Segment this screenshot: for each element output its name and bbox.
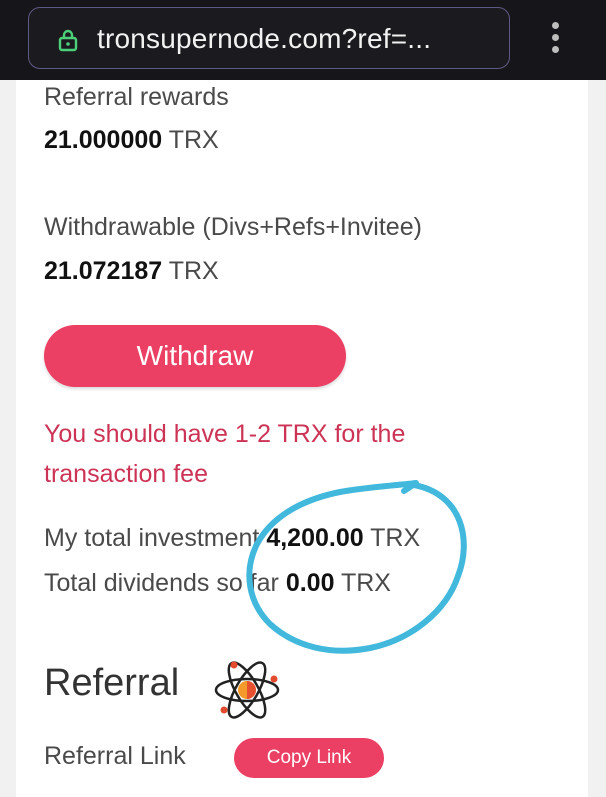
total-investment-label: My total investment	[44, 524, 260, 552]
currency-label: TRX	[168, 126, 219, 154]
referral-link-label: Referral Link	[44, 742, 186, 770]
currency-label: TRX	[340, 569, 391, 597]
withdraw-button[interactable]: Withdraw	[44, 325, 346, 387]
atom-icon	[212, 655, 282, 730]
total-dividends-label: Total dividends so far	[44, 569, 279, 597]
fee-warning: You should have 1-2 TRX for the transact…	[44, 420, 406, 488]
referral-rewards-amount: 21.000000 TRX	[44, 126, 219, 155]
dashboard-card: Referral rewards 21.000000 TRX Withdrawa…	[16, 80, 588, 797]
total-dividends-row: Total dividends so far 0.00 TRX	[44, 569, 391, 598]
more-menu-icon[interactable]	[548, 22, 562, 58]
withdrawable-label: Withdrawable (Divs+Refs+Invitee)	[44, 213, 422, 241]
address-bar[interactable]: tronsupernode.com?ref=...	[28, 7, 510, 69]
referral-rewards-value: 21.000000	[44, 126, 163, 154]
referral-heading: Referral	[44, 662, 180, 704]
total-dividends-value: 0.00	[285, 569, 335, 597]
currency-label: TRX	[370, 524, 421, 552]
url-text[interactable]: tronsupernode.com?ref=...	[97, 23, 431, 55]
total-investment-row: My total investment 4,200.00 TRX	[44, 524, 420, 553]
withdrawable-value: 21.072187	[44, 257, 163, 285]
lock-icon	[57, 28, 79, 57]
copy-link-button[interactable]: Copy Link	[234, 738, 384, 778]
withdrawable-amount: 21.072187 TRX	[44, 257, 219, 286]
total-investment-value: 4,200.00	[266, 524, 364, 552]
referral-rewards-label: Referral rewards	[44, 83, 229, 111]
browser-toolbar: tronsupernode.com?ref=...	[0, 0, 606, 80]
currency-label: TRX	[168, 257, 219, 285]
